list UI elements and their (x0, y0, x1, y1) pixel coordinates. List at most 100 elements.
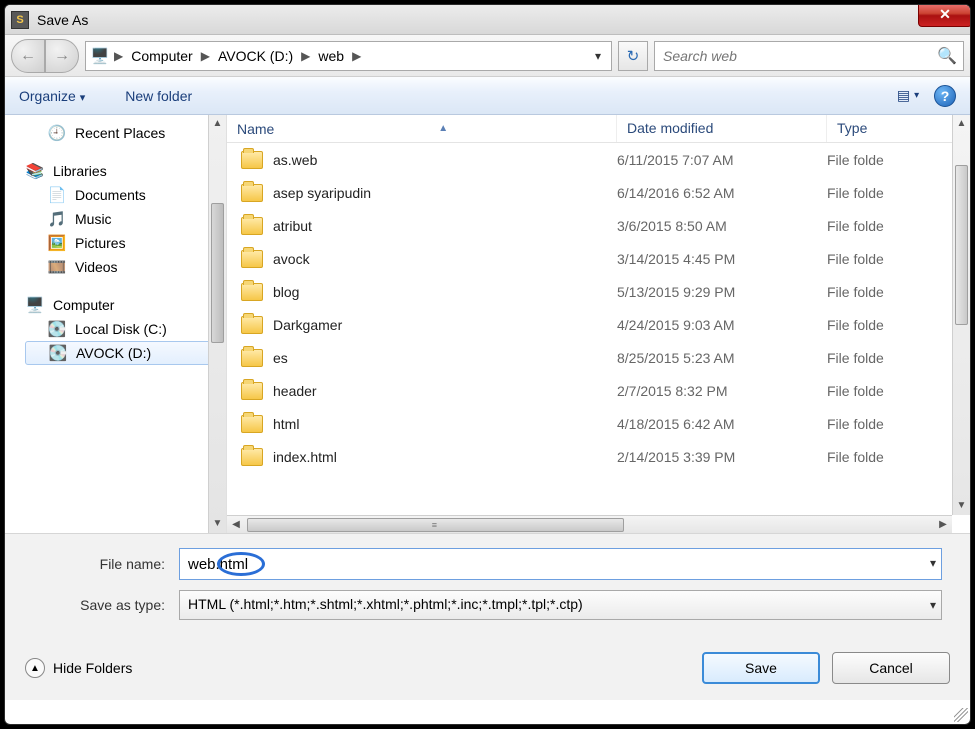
scroll-down-icon[interactable]: ▼ (953, 497, 970, 515)
drive-icon: 💽 (48, 344, 68, 362)
file-date: 4/24/2015 9:03 AM (617, 317, 827, 333)
file-row[interactable]: asep syaripudin6/14/2016 6:52 AMFile fol… (227, 176, 970, 209)
file-hscrollbar[interactable]: ◀ ≡ ▶ (227, 515, 952, 533)
app-icon: S (11, 11, 29, 29)
file-row[interactable]: atribut3/6/2015 8:50 AMFile folde (227, 209, 970, 242)
search-box[interactable]: 🔍 (654, 41, 964, 71)
folder-icon (241, 250, 263, 268)
scroll-right-icon[interactable]: ▶ (934, 519, 952, 530)
breadcrumb-drive[interactable]: AVOCK (D:) (214, 48, 297, 64)
refresh-button[interactable]: ↻ (618, 41, 648, 71)
folder-icon (241, 283, 263, 301)
close-icon: ✕ (939, 6, 951, 23)
scrollbar-thumb[interactable] (955, 165, 968, 325)
sidebar-item-music[interactable]: 🎵 Music (25, 207, 222, 231)
help-button[interactable]: ? (934, 85, 956, 107)
chevron-down-icon: ▾ (930, 598, 936, 612)
sidebar-item-videos[interactable]: 🎞️Videos (25, 255, 222, 279)
sidebar-item-documents[interactable]: 📄Documents (25, 183, 222, 207)
file-row[interactable]: html4/18/2015 6:42 AMFile folde (227, 407, 970, 440)
footer: ▲ Hide Folders Save Cancel (5, 636, 970, 700)
filename-label: File name: (33, 556, 179, 572)
file-row[interactable]: blog5/13/2015 9:29 PMFile folde (227, 275, 970, 308)
sidebar-item-libraries[interactable]: 📚Libraries (25, 159, 222, 183)
refresh-icon: ↻ (627, 47, 640, 65)
organize-button[interactable]: Organize ▾ (19, 88, 85, 104)
chevron-right-icon: ▶ (110, 49, 127, 63)
sidebar-scrollbar[interactable]: ▲ ▼ (208, 115, 226, 533)
address-dropdown[interactable]: ▾ (589, 49, 607, 63)
form-area: File name: ▾ Save as type: HTML (*.html;… (5, 533, 970, 636)
sidebar-item-label: Music (75, 211, 112, 227)
forward-icon: → (54, 47, 70, 65)
sidebar-item-pictures[interactable]: 🖼️Pictures (25, 231, 222, 255)
computer-icon: 🖥️ (90, 47, 110, 65)
file-vscrollbar[interactable]: ▲ ▼ (952, 115, 970, 515)
documents-icon: 📄 (47, 186, 67, 204)
folder-icon (241, 415, 263, 433)
file-row[interactable]: index.html 2/14/2015 3:39 PMFile folde (227, 440, 970, 473)
file-row[interactable]: Darkgamer4/24/2015 9:03 AMFile folde (227, 308, 970, 341)
file-name: index.html (273, 449, 337, 465)
file-row[interactable]: as.web6/11/2015 7:07 AMFile folde (227, 143, 970, 176)
save-button[interactable]: Save (702, 652, 820, 684)
column-type[interactable]: Type (827, 115, 970, 142)
file-type: File folde (827, 251, 970, 267)
folder-icon (241, 448, 263, 466)
sidebar-item-recent[interactable]: 🕘Recent Places (25, 121, 222, 145)
search-input[interactable] (661, 47, 957, 65)
hide-folders-button[interactable]: ▲ Hide Folders (25, 658, 132, 678)
file-date: 6/14/2016 6:52 AM (617, 185, 827, 201)
filename-input[interactable] (179, 548, 942, 580)
file-type: File folde (827, 449, 970, 465)
file-name: asep syaripudin (273, 185, 371, 201)
file-type: File folde (827, 317, 970, 333)
sidebar-item-avock-d[interactable]: 💽AVOCK (D:) (25, 341, 222, 365)
recent-icon: 🕘 (47, 124, 67, 142)
scrollbar-thumb[interactable]: ≡ (247, 518, 624, 532)
chevron-right-icon: ▶ (297, 49, 314, 63)
back-button[interactable]: ← (11, 39, 45, 73)
sidebar-item-computer[interactable]: 🖥️ Computer (25, 293, 222, 317)
nav-bar: ← → 🖥️ ▶ Computer ▶ AVOCK (D:) ▶ web ▶ ▾… (5, 35, 970, 77)
sidebar-item-local-disk-c[interactable]: 💽Local Disk (C:) (25, 317, 222, 341)
file-name: blog (273, 284, 299, 300)
address-bar[interactable]: 🖥️ ▶ Computer ▶ AVOCK (D:) ▶ web ▶ ▾ (85, 41, 612, 71)
scroll-up-icon[interactable]: ▲ (209, 115, 226, 133)
sort-asc-icon: ▲ (438, 123, 448, 134)
music-icon: 🎵 (47, 210, 67, 228)
file-row[interactable]: header2/7/2015 8:32 PMFile folde (227, 374, 970, 407)
breadcrumb-folder[interactable]: web (314, 48, 348, 64)
file-row[interactable]: avock3/14/2015 4:45 PMFile folde (227, 242, 970, 275)
folder-icon (241, 151, 263, 169)
file-date: 2/14/2015 3:39 PM (617, 449, 827, 465)
scrollbar-thumb[interactable] (211, 203, 224, 343)
filename-dropdown[interactable]: ▾ (930, 556, 936, 570)
chevron-right-icon: ▶ (348, 49, 365, 63)
close-button[interactable]: ✕ (918, 4, 971, 27)
column-name[interactable]: Name ▲ (227, 115, 617, 142)
forward-button[interactable]: → (45, 39, 79, 73)
file-name: avock (273, 251, 310, 267)
file-type: File folde (827, 350, 970, 366)
file-date: 2/7/2015 8:32 PM (617, 383, 827, 399)
folder-icon (241, 349, 263, 367)
breadcrumb-computer[interactable]: Computer (127, 48, 196, 64)
scroll-left-icon[interactable]: ◀ (227, 519, 245, 530)
file-pane: Name ▲ Date modified Type as.web6/11/2015… (227, 115, 970, 533)
filetype-dropdown[interactable]: HTML (*.html;*.htm;*.shtml;*.xhtml;*.pht… (179, 590, 942, 620)
column-label: Name (237, 121, 274, 137)
resize-grip[interactable] (954, 708, 968, 722)
sidebar-item-label: Computer (53, 297, 114, 313)
computer-icon: 🖥️ (25, 296, 45, 314)
file-type: File folde (827, 284, 970, 300)
folder-icon (241, 184, 263, 202)
views-button[interactable]: ▤ ▾ (892, 86, 924, 106)
scroll-down-icon[interactable]: ▼ (209, 515, 226, 533)
cancel-button[interactable]: Cancel (832, 652, 950, 684)
new-folder-button[interactable]: New folder (125, 88, 192, 104)
file-row[interactable]: es8/25/2015 5:23 AMFile folde (227, 341, 970, 374)
file-list: as.web6/11/2015 7:07 AMFile folde asep sy… (227, 143, 970, 503)
column-date[interactable]: Date modified (617, 115, 827, 142)
scroll-up-icon[interactable]: ▲ (953, 115, 970, 133)
